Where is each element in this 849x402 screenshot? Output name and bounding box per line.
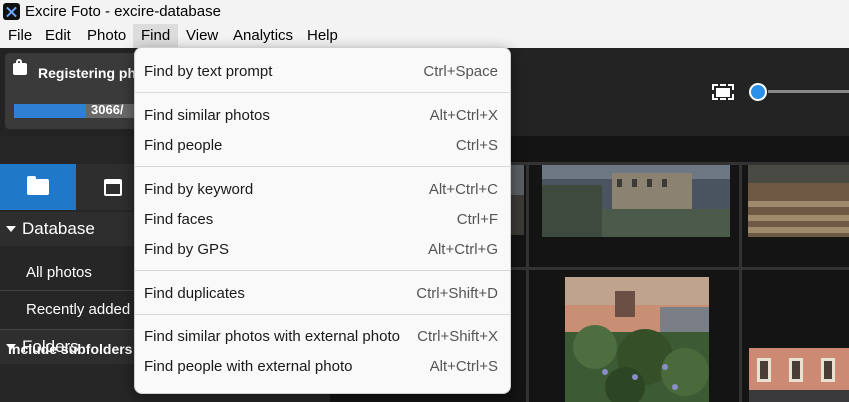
menu-item-label: Find faces xyxy=(144,211,214,228)
registering-progress-bar xyxy=(14,104,145,118)
menu-file[interactable]: File xyxy=(0,24,40,48)
menu-item-shortcut: Ctrl+Shift+D xyxy=(416,285,498,302)
menu-item-find-people[interactable]: Find people Ctrl+S xyxy=(135,131,510,161)
menu-item-shortcut: Alt+Ctrl+S xyxy=(429,358,498,375)
menu-item-label: Find by keyword xyxy=(144,181,254,198)
calendar-icon xyxy=(104,179,122,196)
menu-item-shortcut: Ctrl+Shift+X xyxy=(417,328,498,345)
folder-icon xyxy=(27,176,49,195)
menu-item-label: Find similar photos xyxy=(144,107,270,124)
include-subfolders-label: Include subfolders xyxy=(8,341,133,357)
menu-item-shortcut: Ctrl+F xyxy=(456,211,498,228)
tab-folders[interactable] xyxy=(0,164,76,210)
menu-item-label: Find people xyxy=(144,137,223,154)
sidebar-item-all-photos[interactable]: All photos xyxy=(26,264,92,281)
menu-item-find-people-external[interactable]: Find people with external photo Alt+Ctrl… xyxy=(135,352,510,382)
progress-count: 3066/ xyxy=(91,102,124,117)
menu-photo[interactable]: Photo xyxy=(79,24,134,48)
database-header-label: Database xyxy=(22,219,95,238)
photo-thumbnail[interactable] xyxy=(542,165,730,237)
menu-item-shortcut: Alt+Ctrl+X xyxy=(429,107,498,124)
menu-view[interactable]: View xyxy=(178,24,226,48)
thumbnail-size-icon[interactable] xyxy=(712,84,734,100)
menu-item-shortcut: Ctrl+S xyxy=(455,137,498,154)
photo-thumbnail[interactable] xyxy=(565,277,709,402)
menu-separator xyxy=(135,92,510,93)
database-section-header[interactable]: Database xyxy=(0,212,140,246)
menu-item-find-by-keyword[interactable]: Find by keyword Alt+Ctrl+C xyxy=(135,175,510,205)
menu-item-shortcut: Alt+Ctrl+C xyxy=(428,181,498,198)
registering-label: Registering ph xyxy=(38,65,137,81)
menu-separator xyxy=(135,166,510,167)
registering-panel[interactable]: Registering ph 3066/ xyxy=(5,53,145,129)
menu-analytics[interactable]: Analytics xyxy=(225,24,301,48)
menu-item-find-faces[interactable]: Find faces Ctrl+F xyxy=(135,205,510,235)
window-title: Excire Foto - excire-database xyxy=(25,3,221,20)
menu-item-find-similar-photos[interactable]: Find similar photos Alt+Ctrl+X xyxy=(135,101,510,131)
menu-item-label: Find people with external photo xyxy=(144,358,353,375)
menu-item-label: Find duplicates xyxy=(144,285,245,302)
menu-bar: File Edit Photo Find View Analytics Help xyxy=(0,24,849,48)
progress-fill xyxy=(14,104,87,118)
tab-calendar[interactable] xyxy=(76,164,136,210)
menu-item-label: Find by GPS xyxy=(144,241,230,258)
menu-item-shortcut: Ctrl+Space xyxy=(423,63,498,80)
menu-item-shortcut: Alt+Ctrl+G xyxy=(427,241,498,258)
menu-item-find-similar-photos-external[interactable]: Find similar photos with external photo … xyxy=(135,322,510,352)
photo-thumbnail[interactable] xyxy=(510,165,524,235)
menu-item-find-by-text-prompt[interactable]: Find by text prompt Ctrl+Space xyxy=(135,57,510,87)
zoom-slider-knob[interactable] xyxy=(749,83,767,101)
app-logo-icon xyxy=(3,3,20,20)
photo-thumbnail[interactable] xyxy=(749,348,849,402)
zoom-slider-track[interactable] xyxy=(768,90,849,93)
chevron-down-icon xyxy=(6,226,16,232)
menu-separator xyxy=(135,270,510,271)
menu-item-find-duplicates[interactable]: Find duplicates Ctrl+Shift+D xyxy=(135,279,510,309)
photo-thumbnail[interactable] xyxy=(748,165,849,237)
menu-help[interactable]: Help xyxy=(299,24,346,48)
find-menu-dropdown: Find by text prompt Ctrl+Space Find simi… xyxy=(134,47,511,394)
title-bar: Excire Foto - excire-database xyxy=(0,0,849,24)
menu-item-find-by-gps[interactable]: Find by GPS Alt+Ctrl+G xyxy=(135,235,510,265)
briefcase-icon xyxy=(13,59,27,75)
menu-find[interactable]: Find xyxy=(133,24,179,48)
menu-item-label: Find by text prompt xyxy=(144,63,273,80)
menu-edit[interactable]: Edit xyxy=(37,24,79,48)
divider xyxy=(0,290,140,291)
sidebar-item-recently-added[interactable]: Recently added xyxy=(26,301,130,318)
menu-separator xyxy=(135,314,510,315)
menu-item-label: Find similar photos with external photo xyxy=(144,328,400,345)
